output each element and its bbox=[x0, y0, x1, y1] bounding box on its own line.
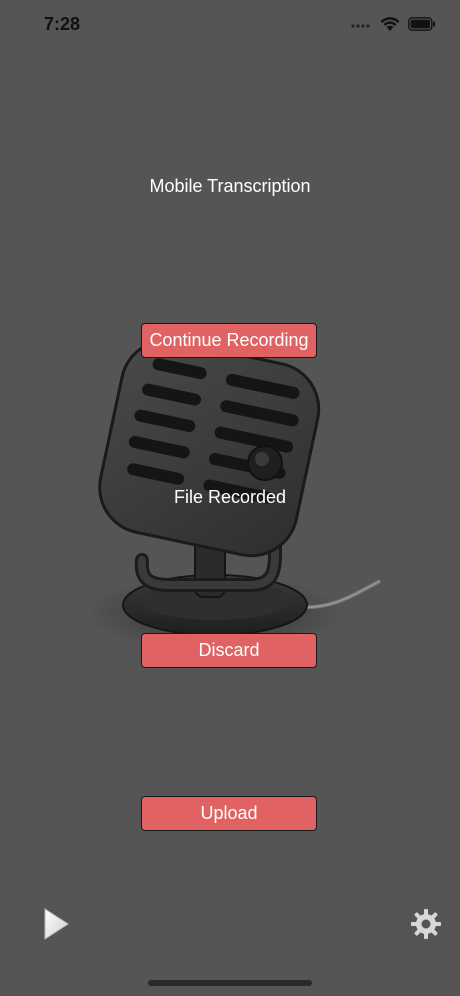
continue-recording-button[interactable]: Continue Recording bbox=[141, 323, 317, 358]
play-icon[interactable] bbox=[40, 906, 72, 942]
app-title: Mobile Transcription bbox=[149, 176, 311, 196]
battery-icon bbox=[408, 17, 435, 31]
upload-button[interactable]: Upload bbox=[141, 796, 317, 831]
status-icons bbox=[350, 16, 436, 32]
gear-icon[interactable] bbox=[410, 908, 442, 940]
wifi-icon bbox=[380, 17, 400, 31]
status-bar: 7:28 bbox=[0, 0, 460, 50]
signal-icon bbox=[351, 24, 370, 28]
home-indicator[interactable] bbox=[148, 980, 312, 986]
recording-status: File Recorded bbox=[173, 487, 287, 507]
status-time: 7:28 bbox=[44, 14, 81, 34]
discard-button[interactable]: Discard bbox=[141, 633, 317, 668]
